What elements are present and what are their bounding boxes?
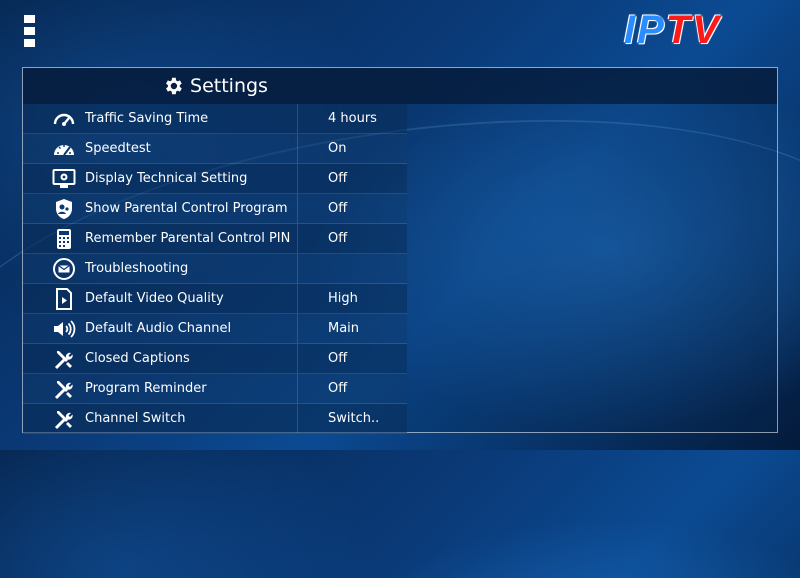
gauge-icon xyxy=(49,108,79,130)
setting-label: Traffic Saving Time xyxy=(85,111,209,126)
menu-icon[interactable] xyxy=(24,15,38,49)
setting-value[interactable]: 4 hours xyxy=(297,104,407,133)
setting-value[interactable]: Off xyxy=(297,224,407,253)
setting-label: Program Reminder xyxy=(85,381,207,396)
page-title: Settings xyxy=(190,75,268,97)
setting-row-troubleshooting[interactable]: Troubleshooting xyxy=(23,254,407,284)
setting-row-speedtest[interactable]: Speedtest On xyxy=(23,134,407,164)
setting-row-show-parental-control-program[interactable]: Show Parental Control Program Off xyxy=(23,194,407,224)
monitor-gear-icon xyxy=(49,168,79,190)
setting-label: Show Parental Control Program xyxy=(85,201,288,216)
speaker-icon xyxy=(49,318,79,340)
setting-label: Closed Captions xyxy=(85,351,190,366)
iptv-logo: IPTV xyxy=(624,8,721,52)
setting-value[interactable]: Main xyxy=(297,314,407,343)
setting-row-default-video-quality[interactable]: Default Video Quality High xyxy=(23,284,407,314)
setting-row-default-audio-channel[interactable]: Default Audio Channel Main xyxy=(23,314,407,344)
setting-label: Default Audio Channel xyxy=(85,321,232,336)
setting-value[interactable]: Off xyxy=(297,194,407,223)
setting-label: Troubleshooting xyxy=(85,261,189,276)
setting-row-traffic-saving-time[interactable]: Traffic Saving Time 4 hours xyxy=(23,104,407,134)
setting-value[interactable]: High xyxy=(297,284,407,313)
settings-list: Traffic Saving Time 4 hours Speedtest On Dis… xyxy=(23,104,407,434)
setting-value[interactable]: On xyxy=(297,134,407,163)
settings-header: Settings xyxy=(23,68,777,104)
setting-label: Channel Switch xyxy=(85,411,186,426)
setting-row-remember-parental-control-pin[interactable]: Remember Parental Control PIN Off xyxy=(23,224,407,254)
settings-panel: Settings Traffic Saving Time 4 hours Speed… xyxy=(22,67,778,434)
setting-row-channel-switch[interactable]: Channel Switch Switch.. xyxy=(23,404,407,434)
setting-value[interactable]: Off xyxy=(297,164,407,193)
tools-icon xyxy=(49,348,79,370)
envelope-icon xyxy=(49,257,79,280)
setting-value[interactable]: Off xyxy=(297,344,407,373)
setting-label: Default Video Quality xyxy=(85,291,224,306)
setting-label: Display Technical Setting xyxy=(85,171,248,186)
setting-label: Remember Parental Control PIN xyxy=(85,231,291,246)
tools-icon xyxy=(49,378,79,400)
speedometer-icon xyxy=(49,138,79,160)
tools-icon xyxy=(49,408,79,430)
video-file-icon xyxy=(49,287,79,310)
setting-value[interactable]: Off xyxy=(297,374,407,403)
setting-row-program-reminder[interactable]: Program Reminder Off xyxy=(23,374,407,404)
gear-icon xyxy=(166,77,182,95)
setting-row-closed-captions[interactable]: Closed Captions Off xyxy=(23,344,407,374)
setting-value[interactable] xyxy=(297,254,407,283)
setting-label: Speedtest xyxy=(85,141,151,156)
pin-keypad-icon xyxy=(49,228,79,250)
setting-row-display-technical-setting[interactable]: Display Technical Setting Off xyxy=(23,164,407,194)
setting-value[interactable]: Switch.. xyxy=(297,404,407,433)
parental-shield-icon xyxy=(49,198,79,220)
